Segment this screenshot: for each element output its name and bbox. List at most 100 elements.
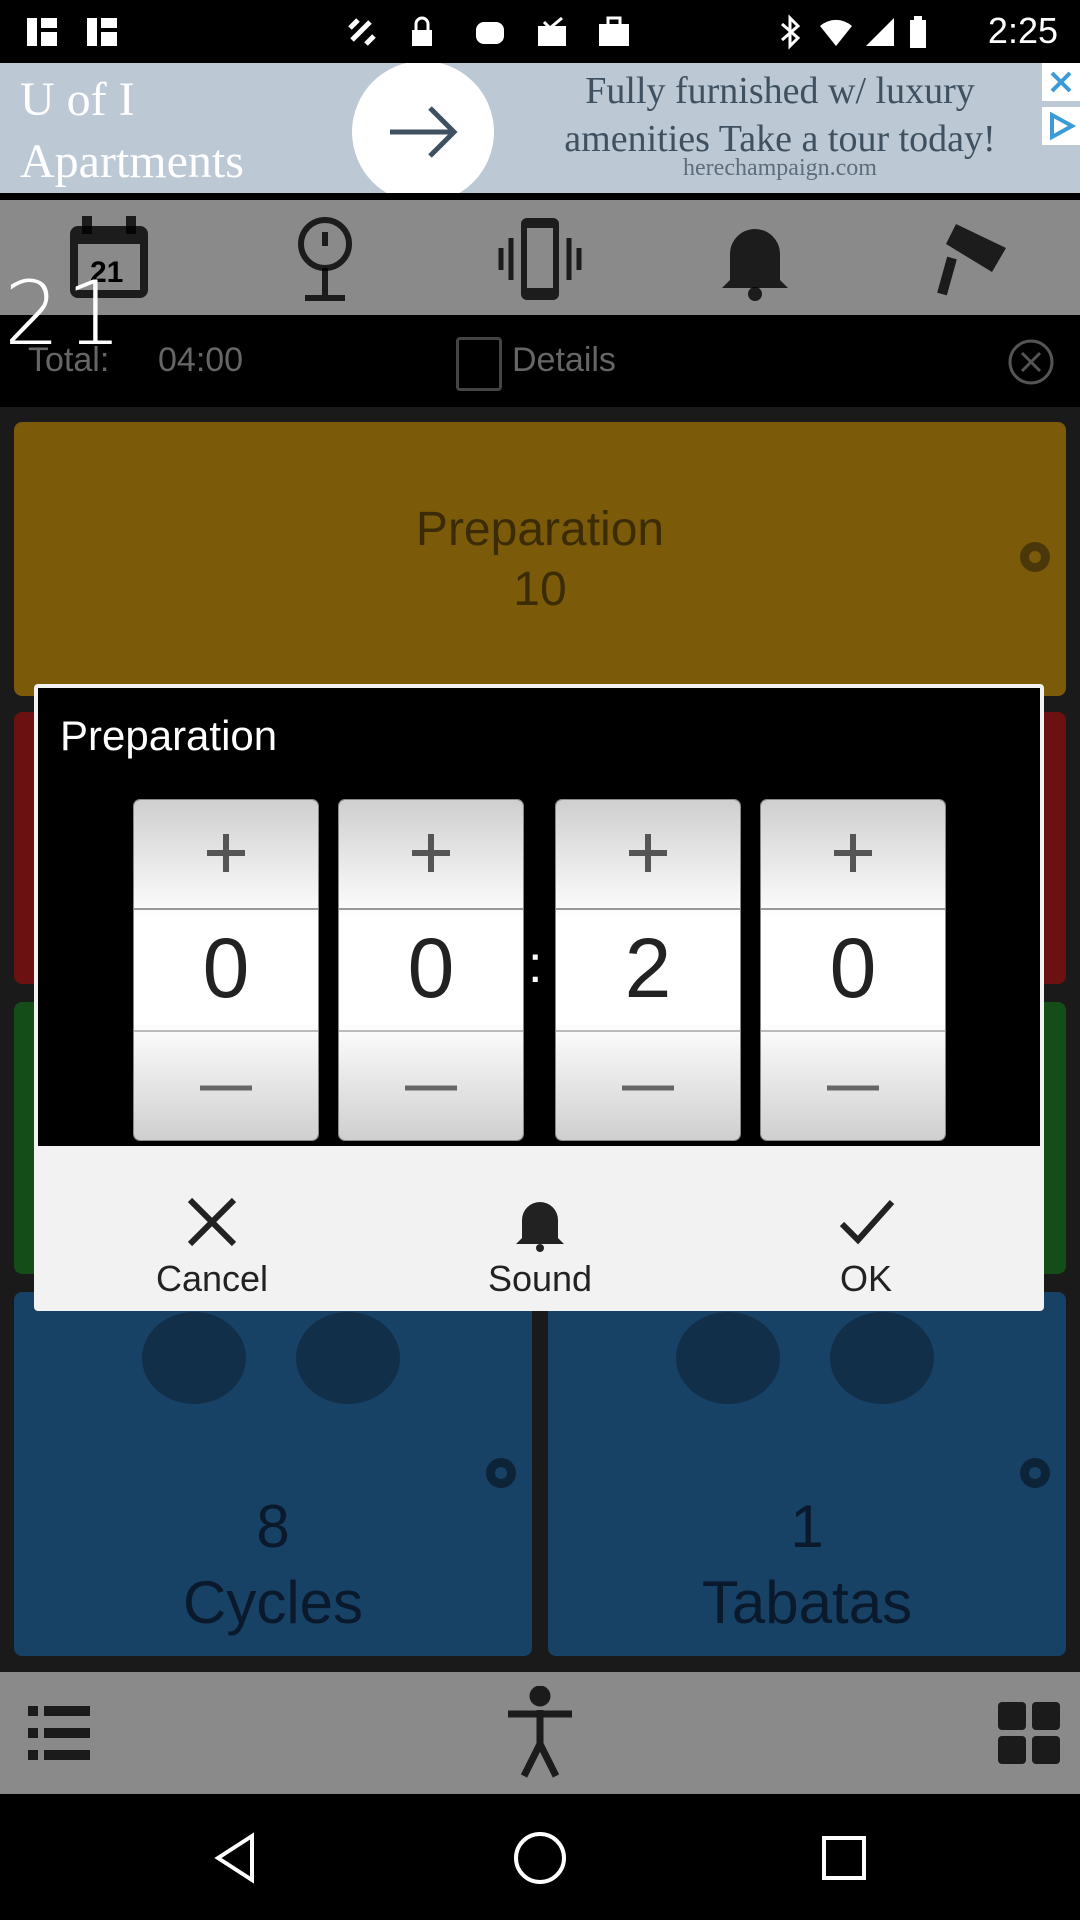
person-stretch-icon[interactable] [500, 1686, 580, 1782]
minus-icon [200, 1085, 252, 1091]
sound-button[interactable] [710, 214, 800, 304]
digit-drum-4: 0 [761, 800, 945, 1140]
increment-button[interactable] [134, 800, 318, 910]
ad-left-line1: U of I [20, 73, 135, 126]
timer-stand-icon [298, 217, 352, 301]
decrement-button[interactable] [556, 1030, 740, 1140]
close-icon [187, 1197, 237, 1247]
bluetooth-icon [781, 14, 801, 50]
summary-row: Total: 04:00 Details [0, 315, 1080, 407]
ad-left-text: U of I Apartments [20, 69, 244, 193]
sound-button[interactable]: Sound [420, 1180, 660, 1300]
card-preparation-title: Preparation [415, 503, 665, 556]
ok-button[interactable]: OK [746, 1180, 986, 1300]
increment-button[interactable] [761, 800, 945, 910]
plus-icon [629, 834, 667, 872]
tabatas-value: 1 [790, 1493, 824, 1560]
digit-value: 0 [407, 921, 455, 1015]
arrow-right-icon [390, 106, 458, 158]
vibrate-phone-icon [498, 218, 582, 300]
sound-label: Sound [487, 1258, 593, 1299]
recents-icon[interactable] [814, 1828, 874, 1888]
gear-icon[interactable] [1012, 1450, 1058, 1496]
ad-headline: Fully furnished w/ luxury amenities Take… [520, 67, 1040, 163]
lock-icon [412, 16, 432, 46]
overlay-number: 21 [4, 262, 128, 365]
paint-button[interactable] [926, 214, 1016, 304]
satellite-icon [348, 18, 376, 46]
plus-icon [207, 834, 245, 872]
decrement-button[interactable] [339, 1030, 523, 1140]
total-value: 04:00 [158, 341, 244, 379]
plus-icon [412, 834, 450, 872]
grid-icon [27, 18, 57, 46]
minus-icon [622, 1085, 674, 1091]
stopwatch-button[interactable] [280, 214, 370, 304]
ok-label: OK [839, 1258, 892, 1299]
plus-icon [834, 834, 872, 872]
decrement-button[interactable] [761, 1030, 945, 1140]
gear-icon[interactable] [1012, 534, 1058, 580]
cancel-label: Cancel [155, 1258, 269, 1299]
card-cycles[interactable]: 8 Cycles [14, 1292, 532, 1656]
close-circle-icon[interactable] [1006, 337, 1056, 387]
cancel-button[interactable]: Cancel [92, 1180, 332, 1300]
back-icon[interactable] [206, 1828, 266, 1888]
battery-icon [910, 16, 926, 48]
ad-banner[interactable]: U of I Apartments Fully furnished w/ lux… [0, 63, 1080, 193]
system-nav-bar [0, 1794, 1080, 1920]
card-preparation[interactable]: Preparation 10 [14, 422, 1066, 696]
inbox-check-icon [538, 16, 566, 46]
details-icon [456, 337, 502, 391]
dialog-title: Preparation [60, 712, 278, 759]
digit-value: 0 [829, 921, 877, 1015]
ad-url: herechampaign.com [683, 155, 877, 181]
ad-close-button[interactable] [1042, 63, 1080, 101]
tabatas-label: Tabatas [701, 1569, 913, 1636]
list-icon[interactable] [24, 1698, 94, 1768]
ad-choices-button[interactable] [1042, 107, 1080, 145]
wifi-icon [820, 19, 852, 46]
digit-drum-3: 2 [556, 800, 740, 1140]
home-icon[interactable] [510, 1828, 570, 1888]
bottom-toolbar [0, 1672, 1080, 1794]
ad-arrow-button[interactable] [352, 63, 494, 193]
card-preparation-value: 10 [513, 563, 567, 616]
android-icon [476, 22, 504, 44]
gear-icon[interactable] [478, 1450, 524, 1496]
exercise-icon[interactable] [676, 1312, 780, 1404]
card-tabatas[interactable]: 1 Tabatas [548, 1292, 1066, 1656]
ad-left-line2: Apartments [20, 135, 244, 188]
status-bar: 2:25 [0, 0, 1080, 63]
status-time: 2:25 [987, 10, 1058, 51]
ad-choices-icon [1050, 111, 1077, 141]
calendar-clock-icon[interactable] [830, 1312, 934, 1404]
clapper-icon[interactable] [142, 1312, 246, 1404]
bell-icon [516, 1202, 564, 1252]
top-toolbar: 21 [0, 200, 1080, 315]
ad-headline-line1: Fully furnished w/ luxury [585, 70, 975, 112]
cycles-label: Cycles [182, 1569, 364, 1636]
grid-icon [87, 18, 117, 46]
signal-icon [866, 18, 894, 46]
minus-icon [827, 1085, 879, 1091]
grid-icon[interactable] [994, 1698, 1064, 1768]
paint-roller-icon [937, 224, 1006, 296]
time-separator: : [528, 936, 543, 994]
increment-button[interactable] [339, 800, 523, 910]
details-label[interactable]: Details [512, 341, 616, 380]
digit-drum-1: 0 [134, 800, 318, 1140]
vibrate-button[interactable] [495, 214, 585, 304]
digit-value: 2 [624, 921, 672, 1015]
close-icon [1050, 71, 1072, 93]
cycles-value: 8 [256, 1493, 290, 1560]
digit-value: 0 [202, 921, 250, 1015]
increment-button[interactable] [556, 800, 740, 910]
digit-drum-2: 0 [339, 800, 523, 1140]
minus-icon [405, 1085, 457, 1091]
bell-icon [722, 229, 788, 301]
check-icon [839, 1199, 895, 1245]
flow-icon[interactable] [296, 1312, 400, 1404]
briefcase-icon [599, 16, 629, 46]
decrement-button[interactable] [134, 1030, 318, 1140]
